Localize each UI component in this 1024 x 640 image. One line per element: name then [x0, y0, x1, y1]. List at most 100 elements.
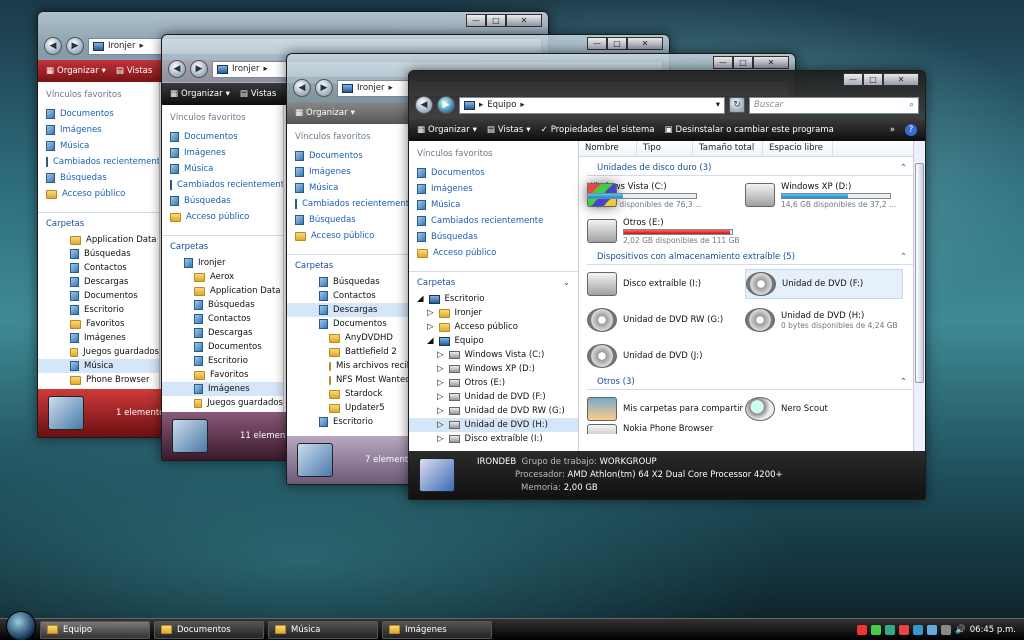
- fav-link-documentos[interactable]: Documentos: [38, 106, 159, 122]
- tree-item[interactable]: Escritorio: [38, 303, 159, 317]
- tree-item[interactable]: Application Data: [38, 233, 159, 247]
- close-button[interactable]: ✕: [506, 14, 542, 27]
- tree-item[interactable]: Escritorio: [162, 354, 283, 368]
- fav-link-recent[interactable]: Cambiados recientemente: [162, 177, 283, 193]
- collapse-icon[interactable]: ⌃: [900, 252, 907, 262]
- tree-item[interactable]: ▷ Ironjer: [409, 306, 578, 320]
- forward-button[interactable]: ▶: [66, 37, 84, 55]
- expand-icon[interactable]: ▷: [427, 308, 434, 318]
- maximize-button[interactable]: □: [863, 73, 883, 86]
- tree-item[interactable]: ◢ Escritorio: [409, 292, 578, 306]
- fav-link-busquedas[interactable]: Búsquedas: [162, 193, 283, 209]
- tree-item[interactable]: Updater5: [287, 401, 408, 415]
- tree-item[interactable]: Escritorio: [287, 415, 408, 429]
- help-button[interactable]: ?: [905, 124, 917, 136]
- nokia-phone-browser-tile[interactable]: Nokia Phone Browser: [587, 424, 745, 434]
- fav-link-documentos[interactable]: Documentos: [162, 129, 283, 145]
- tree-item[interactable]: ▷ Otros (E:): [409, 376, 578, 390]
- expand-icon[interactable]: ▷: [427, 322, 434, 332]
- fav-link-imagenes[interactable]: Imágenes: [162, 145, 283, 161]
- fav-link-acceso-publico[interactable]: Acceso público: [162, 209, 283, 225]
- forward-button[interactable]: ▶: [190, 60, 208, 78]
- tree-item-selected[interactable]: Imágenes: [162, 382, 283, 396]
- minimize-button[interactable]: —: [466, 14, 486, 27]
- column-header-free-space[interactable]: Espacio libre: [763, 141, 833, 156]
- tree-item[interactable]: Búsquedas: [162, 298, 283, 312]
- vertical-scrollbar[interactable]: [913, 141, 925, 451]
- views-button[interactable]: ▤ Vistas: [240, 89, 276, 99]
- tree-item[interactable]: ▷ Disco extraíble (I:): [409, 432, 578, 446]
- clock[interactable]: 06:45 p.m.: [970, 625, 1016, 635]
- back-button[interactable]: ◀: [293, 79, 311, 97]
- nero-scout-tile[interactable]: Nero Scout: [745, 394, 903, 424]
- fav-link-recent[interactable]: Cambiados recientemente: [409, 213, 578, 229]
- forward-button[interactable]: ▶: [315, 79, 333, 97]
- tree-item[interactable]: Favoritos: [38, 317, 159, 331]
- back-button[interactable]: ◀: [168, 60, 186, 78]
- minimize-button[interactable]: —: [713, 56, 733, 69]
- tree-item-selected[interactable]: Descargas: [287, 303, 408, 317]
- fav-link-musica[interactable]: Música: [162, 161, 283, 177]
- tree-item[interactable]: Stardock: [287, 387, 408, 401]
- tree-item[interactable]: ▷ Unidad de DVD RW (G:): [409, 404, 578, 418]
- organize-button[interactable]: ▦ Organizar ▾: [46, 66, 106, 76]
- volume-icon[interactable]: 🔊: [955, 625, 966, 635]
- tree-item[interactable]: Mis archivos recib: [287, 359, 408, 373]
- expand-icon[interactable]: ▷: [437, 434, 444, 444]
- organize-button[interactable]: ▦ Organizar ▾: [170, 89, 230, 99]
- dropdown-icon[interactable]: ▾: [716, 100, 720, 110]
- close-button[interactable]: ✕: [753, 56, 789, 69]
- tree-item[interactable]: Búsquedas: [38, 247, 159, 261]
- fav-link-musica[interactable]: Música: [287, 180, 408, 196]
- maximize-button[interactable]: □: [607, 37, 627, 50]
- fav-link-acceso-publico[interactable]: Acceso público: [409, 245, 578, 261]
- expand-icon[interactable]: ▷: [437, 392, 444, 402]
- maximize-button[interactable]: □: [486, 14, 506, 27]
- minimize-button[interactable]: —: [587, 37, 607, 50]
- address-crumb[interactable]: Equipo: [487, 100, 516, 110]
- explorer-window-equipo[interactable]: — □ ✕ ◀ ▶ ▸ Equipo ▸ ▾ ↻ Buscar ⌕ ▦ Organi…: [408, 70, 926, 500]
- forward-button[interactable]: ▶: [437, 96, 455, 114]
- fav-link-acceso-publico[interactable]: Acceso público: [287, 228, 408, 244]
- fav-link-musica[interactable]: Música: [38, 138, 159, 154]
- fav-link-imagenes[interactable]: Imágenes: [287, 164, 408, 180]
- system-properties-button[interactable]: ✓ Propiedades del sistema: [541, 125, 655, 135]
- folders-header[interactable]: Carpetas: [162, 235, 283, 256]
- tree-item[interactable]: Ironjer: [162, 256, 283, 270]
- tree-item-selected[interactable]: ▷ Unidad de DVD (H:): [409, 418, 578, 432]
- tree-item[interactable]: Documentos: [38, 289, 159, 303]
- expand-icon[interactable]: ▷: [437, 378, 444, 388]
- fav-link-busquedas[interactable]: Búsquedas: [287, 212, 408, 228]
- group-header-hdd[interactable]: Unidades de disco duro (3) ⌃: [587, 159, 917, 176]
- collapse-icon[interactable]: ◢: [427, 336, 434, 346]
- app-icon[interactable]: [927, 624, 938, 635]
- scrollbar-thumb[interactable]: [915, 163, 924, 383]
- tree-item[interactable]: Favoritos: [162, 368, 283, 382]
- expand-icon[interactable]: ▷: [437, 406, 444, 416]
- tree-item[interactable]: Documentos: [162, 340, 283, 354]
- tree-item[interactable]: Búsquedas: [287, 275, 408, 289]
- drive-tile-h[interactable]: Unidad de DVD (H:) 0 bytes disponibles de…: [745, 305, 903, 335]
- views-button[interactable]: ▤ Vistas: [116, 66, 152, 76]
- fav-link-documentos[interactable]: Documentos: [287, 148, 408, 164]
- fav-link-busquedas[interactable]: Búsquedas: [409, 229, 578, 245]
- tree-item[interactable]: ▷ Windows Vista (C:): [409, 348, 578, 362]
- expand-icon[interactable]: ▷: [437, 364, 444, 374]
- address-crumb[interactable]: Ironjer: [108, 41, 136, 51]
- close-button[interactable]: ✕: [627, 37, 663, 50]
- back-button[interactable]: ◀: [415, 96, 433, 114]
- tree-item[interactable]: Phone Browser: [38, 373, 159, 387]
- uninstall-program-button[interactable]: ▣ Desinstalar o cambiar este programa: [665, 125, 834, 135]
- group-header-removable[interactable]: Dispositivos con almacenamiento extraíbl…: [587, 248, 917, 265]
- organize-button[interactable]: ▦ Organizar ▾: [417, 125, 477, 135]
- expand-icon[interactable]: ▷: [437, 420, 444, 430]
- minimize-button[interactable]: —: [843, 73, 863, 86]
- tree-item[interactable]: Juegos guardados: [162, 396, 283, 410]
- folders-header[interactable]: Carpetas: [287, 254, 408, 275]
- fav-link-musica[interactable]: Música: [409, 197, 578, 213]
- fav-link-busquedas[interactable]: Búsquedas: [38, 170, 159, 186]
- taskbar-button-equipo[interactable]: Equipo: [40, 620, 150, 639]
- column-header-name[interactable]: Nombre: [579, 141, 637, 156]
- organize-button[interactable]: ▦ Organizar ▾: [295, 108, 355, 118]
- update-icon[interactable]: [871, 624, 882, 635]
